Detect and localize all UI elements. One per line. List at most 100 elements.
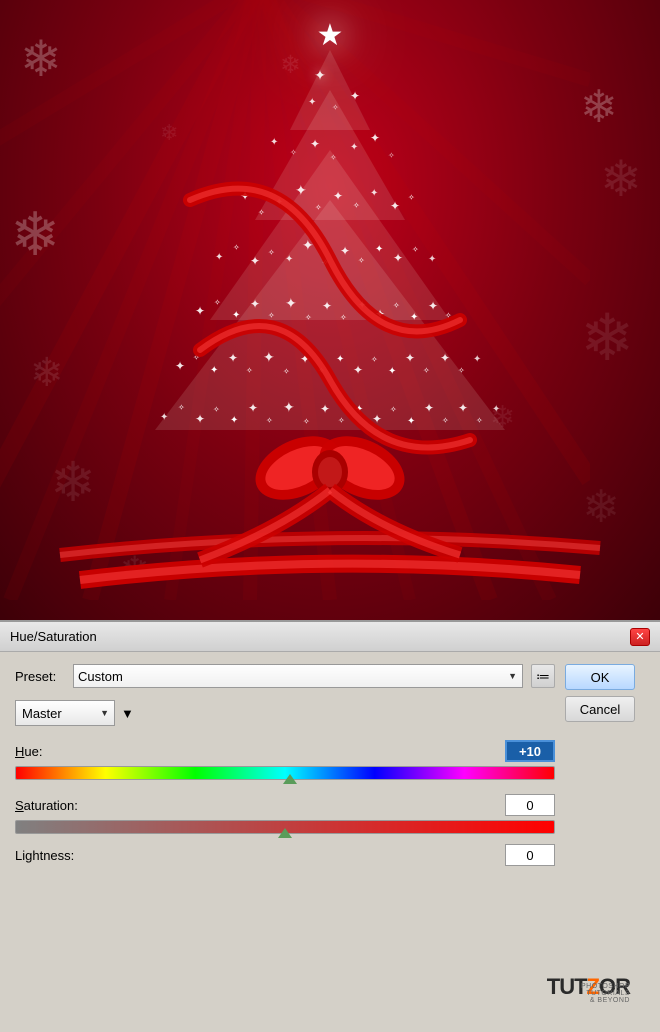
- svg-text:✦: ✦: [232, 310, 240, 321]
- lightness-input[interactable]: [505, 844, 555, 866]
- svg-text:✦: ✦: [393, 251, 403, 265]
- svg-text:✧: ✧: [246, 366, 253, 375]
- channel-dropdown-arrow: ▼: [121, 706, 134, 721]
- svg-text:✧: ✧: [305, 313, 312, 322]
- svg-text:✦: ✦: [388, 366, 396, 377]
- saturation-track[interactable]: [15, 820, 555, 834]
- saturation-input[interactable]: [505, 794, 555, 816]
- ok-button[interactable]: OK: [565, 664, 635, 690]
- svg-text:✧: ✧: [458, 366, 465, 375]
- svg-text:✦: ✦: [308, 97, 316, 108]
- svg-text:✦: ✦: [350, 142, 358, 153]
- svg-text:✧: ✧: [283, 367, 290, 376]
- svg-text:✧: ✧: [353, 201, 360, 210]
- svg-text:✧: ✧: [390, 405, 397, 414]
- preset-menu-icon: ≔: [536, 668, 550, 685]
- svg-text:✧: ✧: [340, 313, 347, 322]
- preset-select[interactable]: Custom: [73, 664, 523, 688]
- svg-text:✧: ✧: [423, 366, 430, 375]
- svg-text:✦: ✦: [270, 137, 278, 148]
- svg-text:✦: ✦: [195, 412, 205, 426]
- svg-text:✦: ✦: [250, 254, 260, 268]
- svg-text:✦: ✦: [410, 312, 418, 323]
- svg-text:✦: ✦: [320, 402, 330, 416]
- svg-text:✧: ✧: [214, 298, 221, 307]
- svg-text:✧: ✧: [393, 301, 400, 310]
- svg-text:✦: ✦: [215, 252, 223, 263]
- cancel-button[interactable]: Cancel: [565, 696, 635, 722]
- saturation-thumb[interactable]: [278, 828, 292, 838]
- tutzor-subtitle: PHOTOSHOP TUTORIALS & BEYOND: [581, 983, 630, 1004]
- svg-text:✦: ✦: [210, 365, 218, 376]
- svg-text:✧: ✧: [371, 355, 378, 364]
- svg-text:✦: ✦: [310, 137, 320, 151]
- hue-input[interactable]: [505, 740, 555, 762]
- hue-label: Hue:: [15, 744, 42, 759]
- svg-text:✧: ✧: [332, 103, 339, 112]
- svg-text:✦: ✦: [375, 244, 383, 255]
- svg-text:✧: ✧: [412, 245, 419, 254]
- saturation-label: Saturation:: [15, 798, 78, 813]
- lightness-label: Lightness:: [15, 848, 74, 863]
- svg-text:✧: ✧: [290, 148, 297, 157]
- hue-thumb[interactable]: [283, 774, 297, 784]
- svg-text:✦: ✦: [440, 351, 450, 365]
- cancel-label: Cancel: [580, 702, 620, 717]
- christmas-tree: ✦ ✦ ✧ ✦ ✦ ✧ ✦ ✧ ✦ ✦ ✧ ✦ ✧ ✦ ✦ ✧ ✦ ✧ ✦ ✦ …: [0, 0, 660, 600]
- svg-text:✧: ✧: [330, 153, 337, 162]
- svg-text:✦: ✦: [390, 199, 400, 213]
- svg-text:✦: ✦: [370, 131, 380, 145]
- close-icon: ✕: [635, 630, 644, 643]
- svg-text:✦: ✦: [428, 254, 436, 265]
- svg-text:✧: ✧: [266, 416, 273, 425]
- svg-text:✧: ✧: [315, 203, 322, 212]
- preset-label: Preset:: [15, 669, 65, 684]
- svg-text:✦: ✦: [473, 354, 481, 365]
- svg-text:✧: ✧: [338, 416, 345, 425]
- svg-text:✧: ✧: [442, 416, 449, 425]
- svg-text:✧: ✧: [303, 417, 310, 426]
- svg-text:✦: ✦: [283, 399, 295, 415]
- image-canvas: ❄ ❄ ❄ ❄ ❄ ❄ ❄ ❄ ❄ ❄ ❄ ❄ ✦ ✦ ✧ ✦ ✦ ✧ ✦ ✧ …: [0, 0, 660, 620]
- svg-text:✧: ✧: [408, 193, 415, 202]
- svg-text:✦: ✦: [424, 401, 434, 415]
- ok-label: OK: [591, 670, 610, 685]
- svg-text:✦: ✦: [340, 244, 350, 258]
- svg-text:✦: ✦: [230, 415, 238, 426]
- preset-menu-button[interactable]: ≔: [531, 664, 555, 688]
- svg-text:✧: ✧: [178, 403, 185, 412]
- hue-saturation-dialog: Hue/Saturation ✕ Preset: Custom ≔: [0, 620, 660, 1032]
- svg-text:✦: ✦: [263, 349, 275, 365]
- dialog-title: Hue/Saturation: [10, 629, 97, 644]
- svg-text:✦: ✦: [160, 412, 168, 423]
- svg-text:✦: ✦: [295, 182, 307, 198]
- svg-text:✦: ✦: [407, 416, 415, 427]
- svg-text:✦: ✦: [285, 254, 293, 265]
- svg-text:✦: ✦: [314, 67, 326, 83]
- hue-track[interactable]: [15, 766, 555, 780]
- svg-text:✧: ✧: [358, 256, 365, 265]
- svg-text:✦: ✦: [250, 297, 260, 311]
- svg-text:✦: ✦: [405, 351, 415, 365]
- svg-text:✦: ✦: [428, 299, 438, 313]
- svg-text:✦: ✦: [458, 401, 468, 415]
- svg-text:✧: ✧: [388, 151, 395, 160]
- svg-text:✦: ✦: [350, 89, 360, 103]
- svg-text:✦: ✦: [195, 304, 205, 318]
- svg-text:✦: ✦: [228, 351, 238, 365]
- channel-select[interactable]: Master: [15, 700, 115, 726]
- svg-text:✧: ✧: [258, 208, 265, 217]
- svg-text:★: ★: [317, 19, 344, 52]
- svg-text:✦: ✦: [492, 404, 500, 415]
- svg-text:✦: ✦: [333, 189, 343, 203]
- close-button[interactable]: ✕: [630, 628, 650, 646]
- svg-text:✧: ✧: [268, 311, 275, 320]
- svg-text:✧: ✧: [213, 405, 220, 414]
- svg-text:✧: ✧: [268, 248, 275, 257]
- svg-text:✦: ✦: [285, 295, 297, 311]
- svg-text:✦: ✦: [336, 354, 344, 365]
- svg-text:✦: ✦: [248, 401, 258, 415]
- svg-text:✧: ✧: [476, 416, 483, 425]
- svg-text:✦: ✦: [322, 299, 332, 313]
- svg-text:✦: ✦: [353, 363, 363, 377]
